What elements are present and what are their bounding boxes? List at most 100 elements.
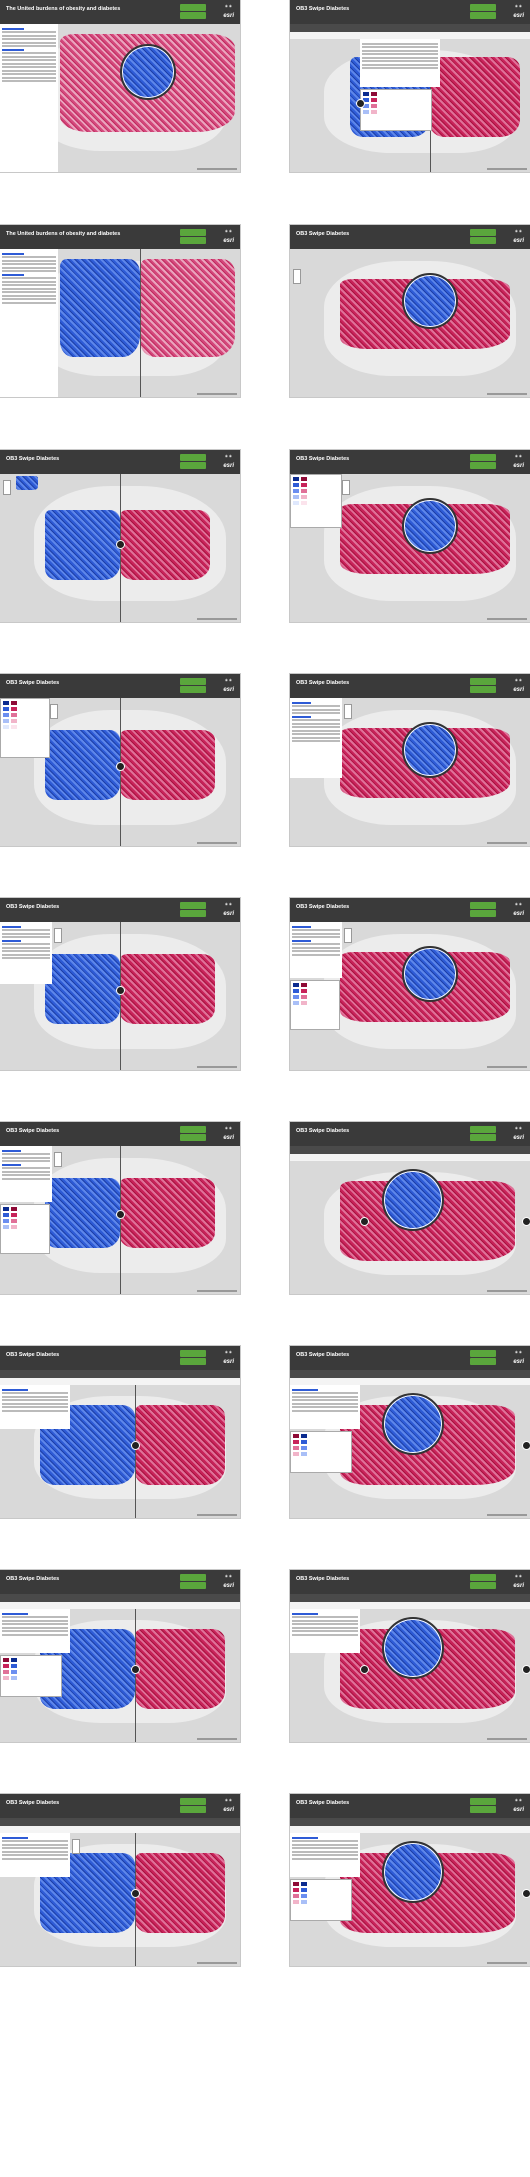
share-button[interactable]	[470, 686, 496, 693]
share-button[interactable]	[470, 1798, 496, 1805]
magnifier-lens[interactable]	[402, 946, 458, 1002]
swipe-divider[interactable]	[135, 1833, 136, 1966]
zoom-control[interactable]	[3, 480, 11, 495]
share-button[interactable]	[180, 1126, 206, 1133]
info-icon[interactable]: ◉ ◉	[225, 454, 232, 458]
magnifier-lens[interactable]	[382, 1617, 444, 1679]
share-button[interactable]	[180, 1806, 206, 1813]
swipe-divider[interactable]	[120, 698, 121, 846]
share-button[interactable]	[470, 237, 496, 244]
zoom-control[interactable]	[344, 928, 352, 943]
share-button[interactable]	[180, 1350, 206, 1357]
map-view[interactable]	[0, 1833, 240, 1966]
swipe-divider[interactable]	[120, 1146, 121, 1294]
swipe-handle[interactable]	[116, 986, 125, 995]
share-button[interactable]	[180, 1358, 206, 1365]
info-icon[interactable]: ◉ ◉	[515, 4, 522, 8]
info-icon[interactable]: ◉ ◉	[515, 1798, 522, 1802]
swipe-handle[interactable]	[116, 1210, 125, 1219]
share-button[interactable]	[180, 1798, 206, 1805]
map-view[interactable]	[290, 1609, 530, 1742]
panel-toggle[interactable]	[522, 1441, 530, 1450]
info-icon[interactable]: ◉ ◉	[225, 1574, 232, 1578]
magnifier-lens[interactable]	[382, 1169, 444, 1231]
swipe-handle[interactable]	[356, 99, 365, 108]
share-button[interactable]	[180, 678, 206, 685]
share-button[interactable]	[470, 1350, 496, 1357]
swipe-handle[interactable]	[360, 1217, 369, 1226]
share-button[interactable]	[470, 454, 496, 461]
map-view[interactable]	[290, 698, 530, 846]
map-view[interactable]	[0, 24, 240, 172]
map-view[interactable]	[0, 1146, 240, 1294]
swipe-handle[interactable]	[360, 1665, 369, 1674]
magnifier-lens[interactable]	[382, 1393, 444, 1455]
map-view[interactable]	[0, 698, 240, 846]
share-button[interactable]	[470, 1806, 496, 1813]
share-button[interactable]	[470, 910, 496, 917]
panel-toggle[interactable]	[522, 1217, 530, 1226]
zoom-control[interactable]	[54, 928, 62, 943]
zoom-control[interactable]	[344, 704, 352, 719]
panel-toggle[interactable]	[522, 1889, 530, 1898]
share-button[interactable]	[180, 462, 206, 469]
info-icon[interactable]: ◉ ◉	[225, 1350, 232, 1354]
share-button[interactable]	[470, 1126, 496, 1133]
share-button[interactable]	[470, 12, 496, 19]
info-icon[interactable]: ◉ ◉	[225, 678, 232, 682]
zoom-control[interactable]	[293, 269, 301, 284]
map-view[interactable]	[290, 39, 530, 172]
zoom-control[interactable]	[50, 704, 58, 719]
share-button[interactable]	[470, 1582, 496, 1589]
map-view[interactable]	[0, 474, 240, 622]
share-button[interactable]	[470, 1574, 496, 1581]
share-button[interactable]	[470, 1134, 496, 1141]
info-icon[interactable]: ◉ ◉	[225, 902, 232, 906]
info-icon[interactable]: ◉ ◉	[515, 1574, 522, 1578]
info-icon[interactable]: ◉ ◉	[515, 1126, 522, 1130]
swipe-divider[interactable]	[135, 1385, 136, 1518]
magnifier-lens[interactable]	[120, 44, 176, 100]
zoom-control[interactable]	[72, 1839, 80, 1854]
share-button[interactable]	[470, 902, 496, 909]
zoom-control[interactable]	[342, 480, 350, 495]
info-icon[interactable]: ◉ ◉	[515, 229, 522, 233]
info-icon[interactable]: ◉ ◉	[225, 1126, 232, 1130]
info-icon[interactable]: ◉ ◉	[515, 902, 522, 906]
share-button[interactable]	[180, 686, 206, 693]
map-view[interactable]	[290, 474, 530, 622]
magnifier-lens[interactable]	[402, 498, 458, 554]
share-button[interactable]	[180, 1574, 206, 1581]
share-button[interactable]	[180, 910, 206, 917]
share-button[interactable]	[180, 1582, 206, 1589]
swipe-handle[interactable]	[131, 1889, 140, 1898]
swipe-divider[interactable]	[135, 1609, 136, 1742]
share-button[interactable]	[180, 229, 206, 236]
share-button[interactable]	[180, 237, 206, 244]
swipe-handle[interactable]	[116, 540, 125, 549]
map-view[interactable]	[0, 249, 240, 397]
info-icon[interactable]: ◉ ◉	[225, 4, 232, 8]
map-view[interactable]	[290, 1161, 530, 1294]
panel-toggle[interactable]	[522, 1665, 530, 1674]
info-icon[interactable]: ◉ ◉	[225, 229, 232, 233]
share-button[interactable]	[180, 12, 206, 19]
swipe-handle[interactable]	[131, 1665, 140, 1674]
share-button[interactable]	[470, 229, 496, 236]
info-icon[interactable]: ◉ ◉	[515, 454, 522, 458]
share-button[interactable]	[470, 1358, 496, 1365]
map-view[interactable]	[0, 922, 240, 1070]
swipe-handle[interactable]	[131, 1441, 140, 1450]
map-view[interactable]	[0, 1609, 240, 1742]
magnifier-lens[interactable]	[402, 273, 458, 329]
swipe-handle[interactable]	[116, 762, 125, 771]
share-button[interactable]	[470, 678, 496, 685]
magnifier-lens[interactable]	[382, 1841, 444, 1903]
info-icon[interactable]: ◉ ◉	[515, 678, 522, 682]
map-view[interactable]	[290, 1833, 530, 1966]
magnifier-lens[interactable]	[402, 722, 458, 778]
map-view[interactable]	[290, 249, 530, 397]
map-view[interactable]	[0, 1385, 240, 1518]
info-icon[interactable]: ◉ ◉	[225, 1798, 232, 1802]
share-button[interactable]	[180, 1134, 206, 1141]
